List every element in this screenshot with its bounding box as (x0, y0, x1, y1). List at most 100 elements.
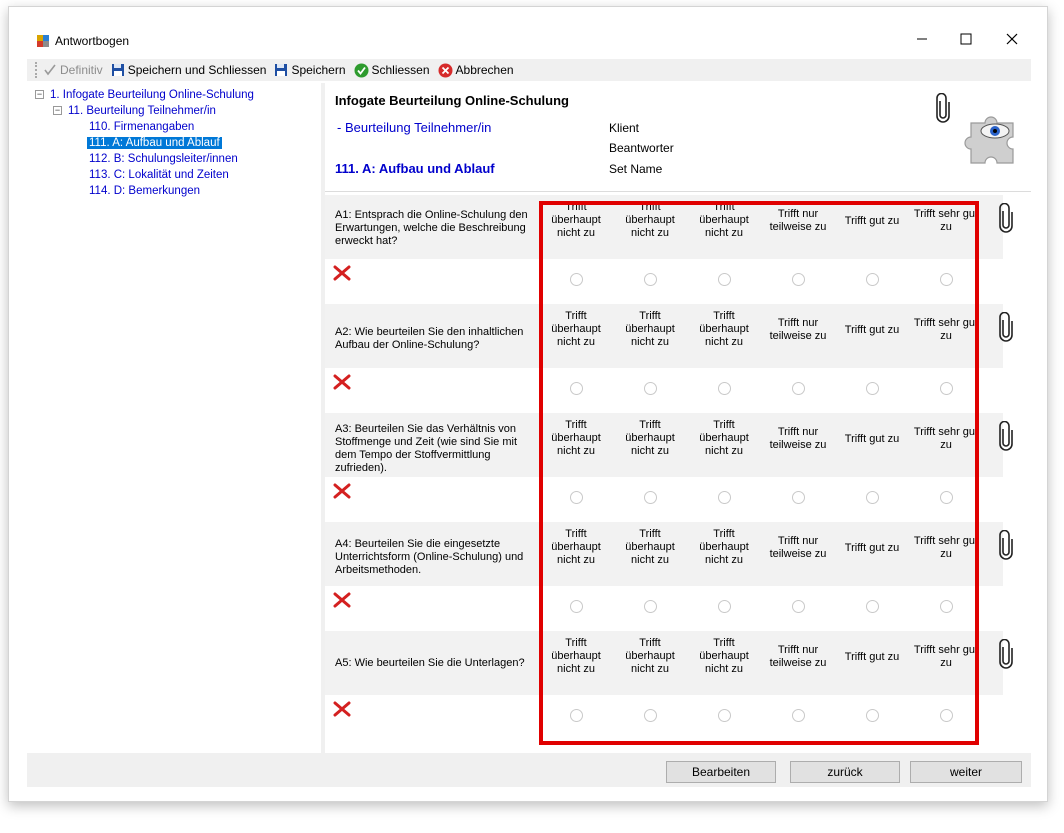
answer-radio[interactable] (940, 600, 953, 613)
title-bar: Antwortbogen (9, 7, 1049, 53)
answer-radio[interactable] (644, 709, 657, 722)
option-header: Trifft überhaupt nicht zu (551, 419, 601, 457)
tree-item-113[interactable]: 113. C: Lokalität und Zeiten (89, 168, 229, 183)
answer-radio[interactable] (718, 600, 731, 613)
tree-item-label: 110. Firmenangaben (89, 121, 195, 133)
checkmark-icon (44, 64, 56, 76)
toolbar-grip[interactable] (35, 62, 39, 78)
minimize-button[interactable] (913, 31, 931, 49)
answer-radio[interactable] (940, 491, 953, 504)
maximize-icon (960, 33, 972, 45)
answer-radio[interactable] (718, 709, 731, 722)
tree-item-110[interactable]: 110. Firmenangaben (89, 120, 194, 135)
tree-item-114[interactable]: 114. D: Bemerkungen (89, 184, 200, 199)
answer-radio[interactable] (866, 382, 879, 395)
cancel-button[interactable]: Abbrechen (438, 63, 514, 78)
floppy-disk-icon (111, 64, 124, 76)
tree-item-label: 111. A: Aufbau und Ablauf (87, 137, 222, 149)
option-header: Trifft überhaupt nicht zu (699, 419, 749, 457)
paperclip-icon[interactable] (936, 93, 950, 123)
tree-item-112[interactable]: 112. B: Schulungsleiter/innen (89, 152, 238, 167)
back-button[interactable]: zurück (790, 761, 900, 783)
save-close-button[interactable]: Speichern und Schliessen (111, 63, 267, 77)
answer-radio[interactable] (940, 273, 953, 286)
paperclip-icon[interactable] (999, 530, 1013, 560)
answer-radio[interactable] (792, 709, 805, 722)
option-header: Trifft gut zu (844, 215, 900, 227)
answer-radio[interactable] (792, 600, 805, 613)
paperclip-icon[interactable] (999, 312, 1013, 342)
clear-answer-icon[interactable] (333, 264, 351, 282)
option-header: Trifft überhaupt nicht zu (699, 637, 749, 675)
question-text: A2: Wie beurteilen Sie den inhaltlichen … (335, 326, 524, 351)
close-window-button[interactable] (1003, 31, 1021, 49)
option-header: Trifft nur teilweise zu (769, 208, 827, 233)
paperclip-icon[interactable] (999, 203, 1013, 233)
option-header: Trifft sehr gut zu (913, 208, 979, 233)
definitiv-label: Definitiv (60, 63, 103, 77)
answer-radio[interactable] (792, 491, 805, 504)
navigation-tree: −1. Infogate Beurteilung Online-Schulung… (31, 83, 321, 753)
answer-radio[interactable] (644, 491, 657, 504)
option-header: Trifft überhaupt nicht zu (551, 201, 601, 239)
save-close-label: Speichern und Schliessen (127, 63, 267, 77)
paperclip-icon[interactable] (999, 421, 1013, 451)
answer-radio[interactable] (718, 382, 731, 395)
option-header: Trifft nur teilweise zu (769, 535, 827, 560)
close-button[interactable]: Schliessen (354, 63, 430, 78)
meta-set-name: Set Name (609, 162, 663, 176)
option-header: Trifft überhaupt nicht zu (699, 528, 749, 566)
answer-radio[interactable] (570, 709, 583, 722)
clear-answer-icon[interactable] (333, 373, 351, 391)
option-header: Trifft sehr gut zu (913, 644, 979, 669)
answer-radio[interactable] (570, 382, 583, 395)
question-row: A2: Wie beurteilen Sie den inhaltlichen … (325, 304, 1003, 368)
answer-radio[interactable] (866, 273, 879, 286)
answer-radio[interactable] (866, 709, 879, 722)
definitiv-button[interactable]: Definitiv (43, 63, 103, 77)
tree-item-label: 1. Infogate Beurteilung Online-Schulung (50, 89, 254, 101)
tree-item-label: 11. Beurteilung Teilnehmer/in (68, 105, 216, 117)
answer-radio[interactable] (644, 382, 657, 395)
maximize-button[interactable] (957, 31, 975, 49)
answer-radio[interactable] (792, 273, 805, 286)
close-label: Schliessen (371, 63, 430, 77)
option-header: Trifft überhaupt nicht zu (551, 528, 601, 566)
option-header: Trifft sehr gut zu (913, 426, 979, 451)
paperclip-icon[interactable] (999, 639, 1013, 669)
answer-radio[interactable] (570, 273, 583, 286)
answer-radio[interactable] (940, 709, 953, 722)
floppy-disk-icon (275, 64, 288, 76)
tree-item-beurteilung[interactable]: −11. Beurteilung Teilnehmer/in (53, 104, 216, 119)
tree-item-label: 114. D: Bemerkungen (89, 185, 201, 197)
tree-item-111[interactable]: 111. A: Aufbau und Ablauf (87, 136, 222, 151)
option-header: Trifft nur teilweise zu (769, 644, 827, 669)
clear-answer-icon[interactable] (333, 591, 351, 609)
answer-radio[interactable] (644, 600, 657, 613)
tree-item-root[interactable]: −1. Infogate Beurteilung Online-Schulung (35, 88, 254, 103)
option-header: Trifft sehr gut zu (913, 317, 979, 342)
edit-button[interactable]: Bearbeiten (666, 761, 776, 783)
save-button[interactable]: Speichern (274, 63, 346, 77)
collapse-icon[interactable]: − (53, 106, 62, 116)
question-text: A4: Beurteilen Sie die eingesetzte Unter… (335, 538, 524, 576)
answer-radio[interactable] (718, 491, 731, 504)
answer-radio[interactable] (940, 382, 953, 395)
answer-radio[interactable] (866, 491, 879, 504)
clear-answer-icon[interactable] (333, 700, 351, 718)
next-button[interactable]: weiter (910, 761, 1022, 783)
question-row: A1: Entsprach die Online-Schulung den Er… (325, 195, 1003, 259)
answer-row (325, 586, 1003, 630)
answer-radio[interactable] (570, 600, 583, 613)
option-header: Trifft gut zu (844, 433, 900, 445)
answer-radio[interactable] (866, 600, 879, 613)
answer-radio[interactable] (718, 273, 731, 286)
clear-answer-icon[interactable] (333, 482, 351, 500)
option-header: Trifft gut zu (844, 651, 900, 663)
puzzle-eye-icon (964, 116, 1014, 164)
answer-radio[interactable] (792, 382, 805, 395)
collapse-icon[interactable]: − (35, 90, 44, 100)
answer-radio[interactable] (570, 491, 583, 504)
answer-radio[interactable] (644, 273, 657, 286)
red-cancel-icon (438, 63, 453, 77)
